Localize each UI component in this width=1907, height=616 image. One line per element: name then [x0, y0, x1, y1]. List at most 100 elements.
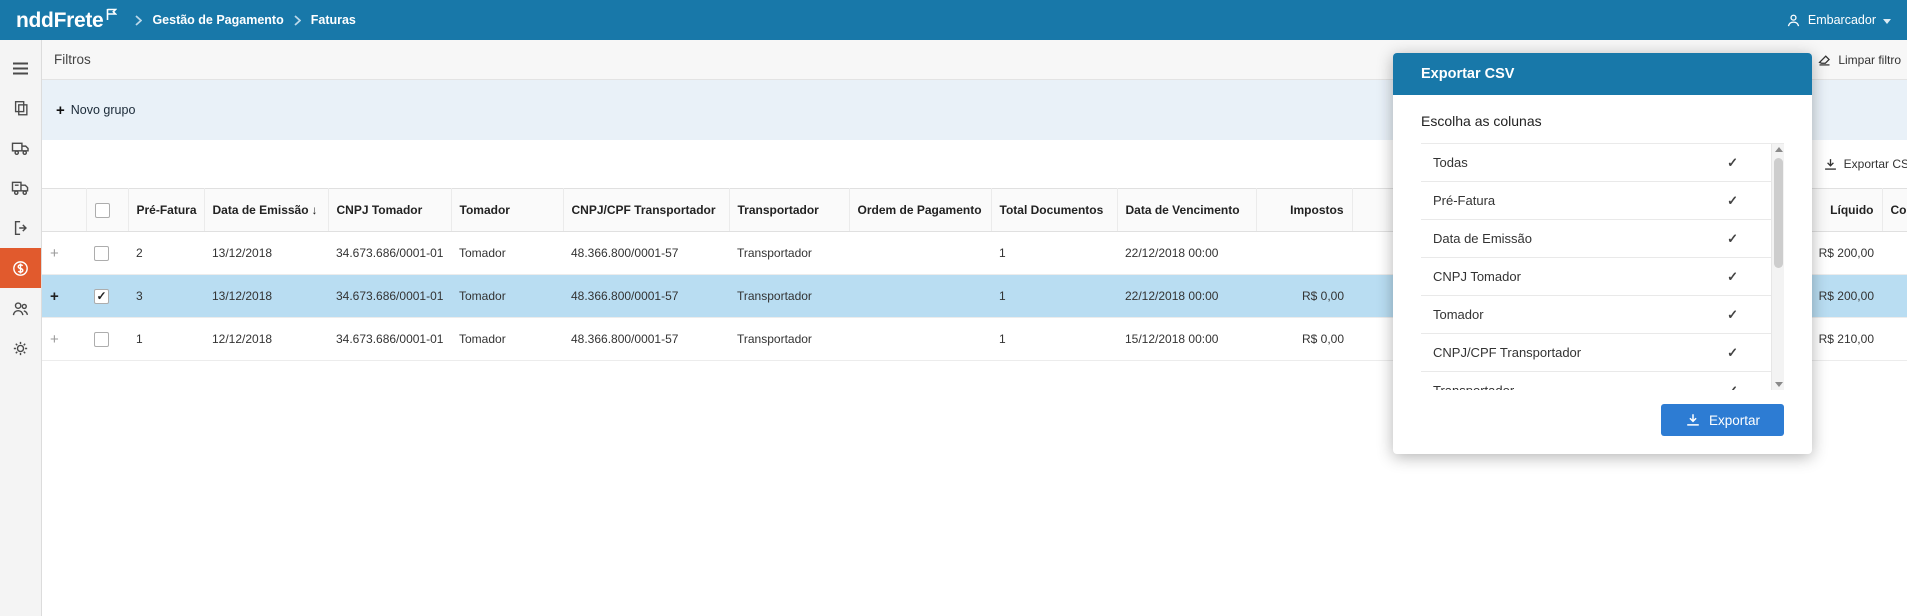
column-header-data-emissao[interactable]: Data de Emissão ↓ [204, 188, 329, 232]
cell-impostos [1256, 231, 1352, 275]
column-options-list: Todas ✓ Pré-Fatura ✓ Data de Emissão ✓ C… [1421, 143, 1784, 390]
column-header-impostos[interactable]: Impostos [1256, 188, 1353, 232]
plus-icon: + [56, 101, 65, 119]
column-option-tomador[interactable]: Tomador ✓ [1421, 296, 1784, 334]
cell-data-emissao: 13/12/2018 [204, 274, 328, 318]
cell-ordem-pagamento [849, 317, 991, 361]
column-header-cnpj-tomador[interactable]: CNPJ Tomador [328, 188, 452, 232]
column-header-total-documentos[interactable]: Total Documentos [991, 188, 1118, 232]
check-icon: ✓ [1727, 192, 1738, 208]
chevron-right-icon [135, 14, 143, 26]
row-checkbox-checked[interactable]: ✓ [94, 288, 109, 304]
topbar: nddFrete Gestão de Pagamento Faturas Emb… [0, 0, 1907, 40]
column-option-cnpj-tomador[interactable]: CNPJ Tomador ✓ [1421, 258, 1784, 296]
check-icon: ✓ [1727, 154, 1738, 170]
logo-text: nddFrete [16, 8, 104, 32]
cell-impostos: R$ 0,00 [1256, 317, 1352, 361]
export-button-label: Exportar [1708, 412, 1760, 428]
download-icon [1685, 412, 1701, 428]
column-header-cnpj-transportador[interactable]: CNPJ/CPF Transportador [563, 188, 730, 232]
export-exit-icon[interactable] [0, 208, 41, 248]
cell-pre-fatura: 2 [128, 231, 204, 275]
user-menu[interactable]: Embarcador [1786, 13, 1891, 28]
cell-impostos: R$ 0,00 [1256, 274, 1352, 318]
column-option-data-emissao[interactable]: Data de Emissão ✓ [1421, 220, 1784, 258]
cell-cnpj-tomador: 34.673.686/0001-01 [328, 231, 451, 275]
clear-filter-button[interactable]: Limpar filtro [1817, 52, 1901, 67]
column-header-data-vencimento[interactable]: Data de Vencimento [1117, 188, 1257, 232]
cell-pre-fatura: 3 [128, 274, 204, 318]
truck-icon[interactable] [0, 128, 41, 168]
cell-total-documentos: 1 [991, 274, 1117, 318]
payments-icon[interactable] [0, 248, 41, 288]
column-header-tomador[interactable]: Tomador [451, 188, 564, 232]
flag-icon [106, 8, 118, 21]
new-group-button[interactable]: + Novo grupo [56, 103, 135, 118]
cell-cnpj-transportador: 48.366.800/0001-57 [563, 274, 729, 318]
cell-cobranca [1882, 317, 1907, 361]
delivery-truck-icon[interactable] [0, 168, 41, 208]
breadcrumb-faturas[interactable]: Faturas [311, 13, 356, 27]
caret-down-icon [1883, 18, 1891, 24]
scroll-up-icon[interactable] [1774, 147, 1783, 152]
check-icon: ✓ [1727, 382, 1738, 391]
cell-data-vencimento: 15/12/2018 00:00 [1117, 317, 1256, 361]
column-header-cobranca[interactable]: Cobrança [1882, 188, 1907, 232]
column-option-todas[interactable]: Todas ✓ [1421, 144, 1784, 182]
options-scrollbar[interactable] [1771, 144, 1784, 390]
column-header-pre-fatura[interactable]: Pré-Fatura [128, 188, 205, 232]
expand-row-icon[interactable]: + [50, 331, 59, 348]
column-header-transportador[interactable]: Transportador [729, 188, 850, 232]
select-all-column-header [86, 188, 129, 232]
column-option-pre-fatura[interactable]: Pré-Fatura ✓ [1421, 182, 1784, 220]
download-icon [1823, 157, 1838, 172]
modal-body: Escolha as colunas Todas ✓ Pré-Fatura ✓ … [1393, 95, 1812, 454]
settings-gear-icon[interactable] [0, 328, 41, 368]
cell-pre-fatura: 1 [128, 317, 204, 361]
export-csv-button[interactable]: Exportar CSV [1823, 157, 1907, 172]
modal-subtitle: Escolha as colunas [1421, 113, 1542, 129]
cell-cnpj-transportador: 48.366.800/0001-57 [563, 317, 729, 361]
cell-tomador: Tomador [451, 231, 563, 275]
row-checkbox[interactable] [94, 245, 109, 261]
main-content: Filtros Limpar filtro + Novo grupo Expor… [42, 40, 1907, 616]
clear-filter-label: Limpar filtro [1838, 52, 1901, 67]
app-logo[interactable]: nddFrete [16, 8, 118, 32]
chevron-right-icon [294, 14, 301, 26]
expand-column-header [42, 188, 87, 232]
select-all-checkbox[interactable] [94, 202, 110, 218]
cell-cnpj-tomador: 34.673.686/0001-01 [328, 274, 451, 318]
cell-tomador: Tomador [451, 274, 563, 318]
check-icon: ✓ [1727, 306, 1738, 322]
user-label: Embarcador [1807, 13, 1876, 27]
cell-cobranca [1882, 274, 1907, 318]
cell-tomador: Tomador [451, 317, 563, 361]
scrollbar-thumb[interactable] [1773, 158, 1783, 268]
column-header-ordem-pagamento[interactable]: Ordem de Pagamento [849, 188, 992, 232]
modal-title: Exportar CSV [1393, 53, 1812, 95]
cell-data-emissao: 13/12/2018 [204, 231, 328, 275]
row-checkbox[interactable] [94, 331, 109, 347]
column-option-transportador[interactable]: Transportador ✓ [1421, 372, 1784, 391]
user-icon [1786, 13, 1801, 28]
cell-ordem-pagamento [849, 231, 991, 275]
cell-data-emissao: 12/12/2018 [204, 317, 328, 361]
cell-total-documentos: 1 [991, 317, 1117, 361]
scroll-down-icon[interactable] [1774, 382, 1783, 387]
users-icon[interactable] [0, 288, 41, 328]
export-csv-modal: Exportar CSV Escolha as colunas Todas ✓ … [1393, 53, 1812, 454]
export-button[interactable]: Exportar [1660, 404, 1784, 436]
menu-icon[interactable] [0, 48, 41, 88]
cell-data-vencimento: 22/12/2018 00:00 [1117, 274, 1256, 318]
breadcrumb-gestao-pagamento[interactable]: Gestão de Pagamento [152, 13, 283, 27]
check-icon: ✓ [1727, 344, 1738, 360]
expand-row-icon[interactable]: + [50, 288, 59, 305]
export-csv-label: Exportar CSV [1843, 157, 1907, 171]
documents-icon[interactable] [0, 88, 41, 128]
app-window: nddFrete Gestão de Pagamento Faturas Emb… [0, 0, 1907, 616]
expand-row-icon[interactable]: + [50, 245, 59, 262]
column-option-cnpj-transportador[interactable]: CNPJ/CPF Transportador ✓ [1421, 334, 1784, 372]
sort-desc-icon: ↓ [311, 203, 318, 217]
breadcrumb: Gestão de Pagamento Faturas [135, 13, 356, 27]
modal-footer: Exportar [1421, 404, 1784, 436]
